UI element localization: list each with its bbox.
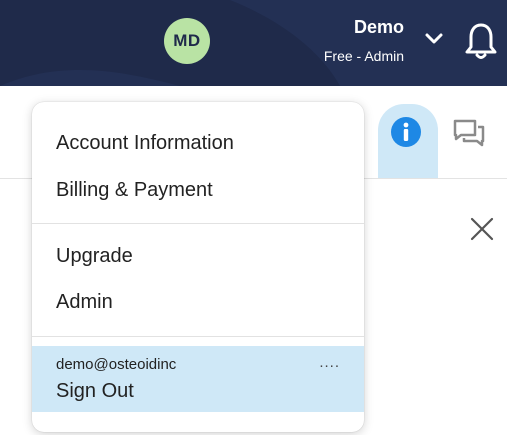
menu-item-billing-payment[interactable]: Billing & Payment [56,179,213,202]
user-avatar[interactable]: MD [164,18,210,64]
sign-out-button[interactable]: Sign Out [56,380,134,403]
chevron-down-icon[interactable] [424,32,444,46]
user-dropdown-menu: Account Information Billing & Payment Up… [32,102,364,432]
menu-divider [32,223,364,224]
chat-icon[interactable] [452,118,486,148]
top-header-bar: MD Demo Free - Admin [0,0,507,86]
menu-item-admin[interactable]: Admin [56,291,113,314]
info-icon[interactable] [390,116,422,148]
menu-item-account-information[interactable]: Account Information [56,132,234,155]
menu-item-upgrade[interactable]: Upgrade [56,245,133,268]
user-role: Free - Admin [323,48,404,64]
menu-divider [32,336,364,337]
avatar-initials: MD [173,31,201,50]
more-options-button[interactable]: .... [319,354,340,371]
close-icon[interactable] [469,216,495,242]
bell-icon[interactable] [464,21,498,61]
user-name[interactable]: Demo [354,17,404,38]
account-email: demo@osteoidinc [56,356,177,373]
account-section: demo@osteoidinc .... Sign Out [32,346,364,412]
